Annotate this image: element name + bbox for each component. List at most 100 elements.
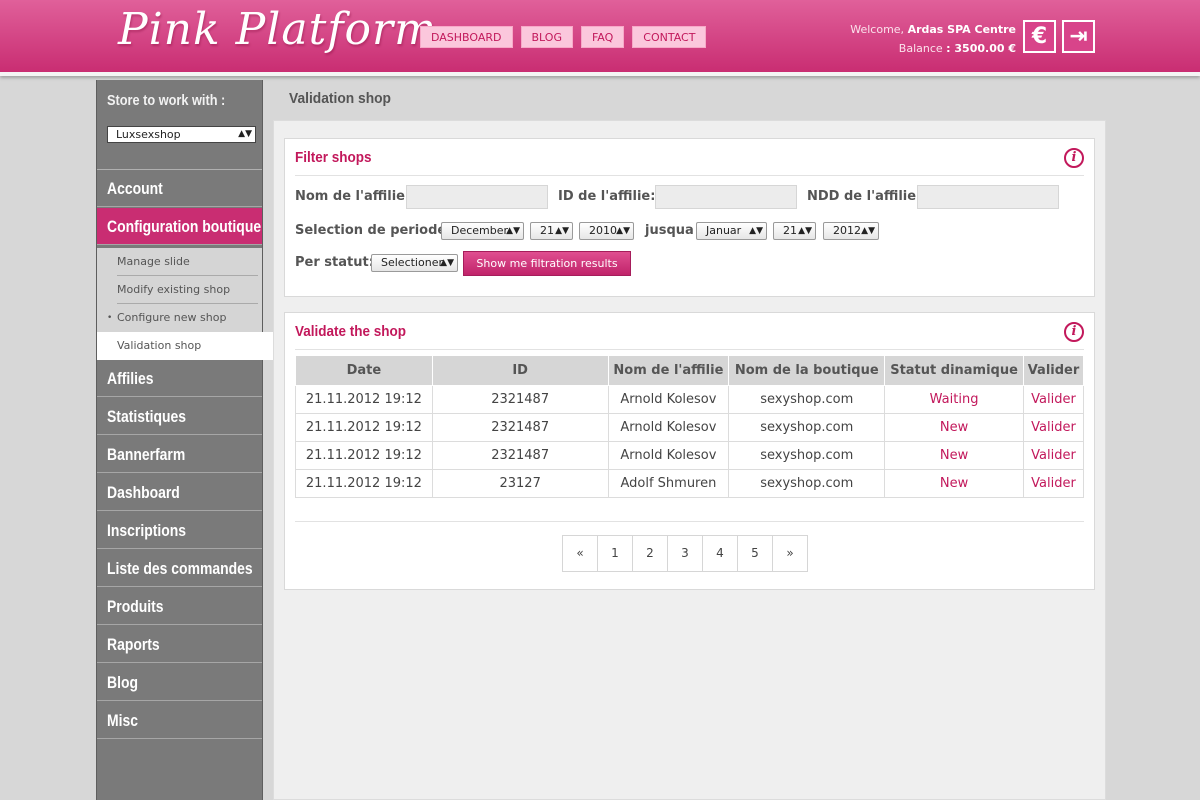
bullet-icon: • (107, 313, 113, 323)
sidebar-item-misc[interactable]: Misc (97, 702, 262, 739)
header: Pink Platform DASHBOARD BLOG FAQ CONTACT… (0, 0, 1200, 76)
cell-statut: New (884, 413, 1024, 442)
ndd-affilie-input[interactable] (917, 185, 1059, 209)
chevron-updown-icon: ▲▼ (861, 226, 875, 236)
from-day-select[interactable]: 21 ▲▼ (530, 222, 573, 240)
submenu-item-validation-shop[interactable]: Validation shop (97, 332, 292, 360)
validate-panel: Validate the shop i Date ID Nom de l'aff… (284, 312, 1095, 590)
nav-blog[interactable]: BLOG (520, 26, 573, 48)
divider (295, 521, 1084, 522)
cell-nom-affilie: Arnold Kolesov (607, 385, 730, 414)
col-id[interactable]: ID (431, 355, 609, 386)
from-month-select[interactable]: December ▲▼ (441, 222, 524, 240)
valider-link[interactable]: Valider (1022, 413, 1085, 442)
cell-boutique: sexyshop.com (728, 385, 886, 414)
store-select[interactable]: Luxsexshop ▲▼ (107, 126, 256, 143)
submenu-item-modify-existing-shop[interactable]: Modify existing shop (97, 276, 262, 304)
pager-next[interactable]: » (772, 535, 808, 572)
col-date[interactable]: Date (295, 355, 433, 386)
cell-id: 2321487 (431, 413, 609, 442)
logo[interactable]: Pink Platform (118, 4, 437, 55)
sidebar-item-bannerfarm[interactable]: Bannerfarm (97, 436, 262, 473)
valider-link[interactable]: Valider (1022, 469, 1085, 498)
nav-contact[interactable]: CONTACT (632, 26, 707, 48)
cell-nom-affilie: Adolf Shmuren (607, 469, 730, 498)
label-jusqua: jusqua (645, 223, 694, 238)
euro-icon[interactable]: € (1023, 20, 1056, 53)
id-affilie-input[interactable] (655, 185, 797, 209)
pager-page-4[interactable]: 4 (702, 535, 738, 572)
sidebar-item-statistiques[interactable]: Statistiques (97, 398, 262, 435)
nav-faq[interactable]: FAQ (580, 26, 625, 48)
page-title: Validation shop (289, 90, 391, 107)
chevron-updown-icon: ▲▼ (798, 226, 812, 236)
sidebar-item-liste-des-commandes[interactable]: Liste des commandes (97, 550, 262, 587)
store-label: Store to work with : (107, 92, 226, 109)
statut-select[interactable]: Selectioner ▲▼ (371, 254, 458, 272)
to-month-select[interactable]: Januar ▲▼ (696, 222, 767, 240)
cell-statut: Waiting (884, 385, 1024, 414)
user-name[interactable]: Ardas SPA Centre (908, 23, 1016, 36)
welcome-info: Welcome, Ardas SPA Centre Balance : 3500… (850, 20, 1016, 58)
from-year-select[interactable]: 2010 ▲▼ (579, 222, 634, 240)
valider-link[interactable]: Valider (1022, 385, 1085, 414)
store-select-value: Luxsexshop (116, 128, 181, 141)
chevron-updown-icon: ▲▼ (506, 226, 520, 236)
cell-date: 21.11.2012 19:12 (295, 469, 433, 498)
filter-panel: Filter shops i Nom de l'affilie: ID de l… (284, 138, 1095, 297)
col-nom-affilie[interactable]: Nom de l'affilie (607, 355, 730, 386)
sidebar-item-inscriptions[interactable]: Inscriptions (97, 512, 262, 549)
cell-id: 2321487 (431, 385, 609, 414)
pager-page-5[interactable]: 5 (737, 535, 773, 572)
balance-label: Balance (898, 42, 943, 55)
sidebar-item-configuration-boutique[interactable]: Configuration boutique (97, 208, 262, 245)
logout-icon[interactable]: ⇥ (1062, 20, 1095, 53)
chevron-updown-icon: ▲▼ (238, 129, 252, 139)
nav-dashboard[interactable]: DASHBOARD (420, 26, 513, 48)
pager-page-2[interactable]: 2 (632, 535, 668, 572)
label-statut: Per statut: (295, 255, 374, 270)
label-nom-affilie: Nom de l'affilie: (295, 189, 411, 204)
to-day-select[interactable]: 21 ▲▼ (773, 222, 816, 240)
balance-value: : 3500.00 € (946, 42, 1016, 55)
divider (295, 175, 1084, 176)
info-icon[interactable]: i (1064, 322, 1084, 342)
chevron-updown-icon: ▲▼ (440, 258, 454, 268)
label-ndd-affilie: NDD de l'affilie: (807, 189, 922, 204)
show-results-button[interactable]: Show me filtration results (463, 251, 631, 276)
info-icon[interactable]: i (1064, 148, 1084, 168)
cell-boutique: sexyshop.com (728, 413, 886, 442)
col-statut[interactable]: Statut dinamique (884, 355, 1024, 386)
to-year-select[interactable]: 2012 ▲▼ (823, 222, 879, 240)
submenu-item-manage-slide[interactable]: Manage slide (97, 248, 262, 276)
cell-boutique: sexyshop.com (728, 469, 886, 498)
label-id-affilie: ID de l'affilie: (558, 189, 656, 204)
pager-page-3[interactable]: 3 (667, 535, 703, 572)
welcome-prefix: Welcome, (850, 23, 905, 36)
table-header-row: Date ID Nom de l'affilie Nom de la bouti… (295, 355, 1085, 386)
sidebar-item-produits[interactable]: Produits (97, 588, 262, 625)
cell-date: 21.11.2012 19:12 (295, 441, 433, 470)
cell-boutique: sexyshop.com (728, 441, 886, 470)
cell-statut: New (884, 441, 1024, 470)
cell-date: 21.11.2012 19:12 (295, 413, 433, 442)
col-valider[interactable]: Valider (1022, 355, 1085, 386)
table-row: 21.11.2012 19:12 2321487 Arnold Kolesov … (295, 413, 1085, 442)
submenu-item-configure-new-shop[interactable]: • Configure new shop (97, 304, 262, 332)
valider-link[interactable]: Valider (1022, 441, 1085, 470)
sidebar-item-dashboard[interactable]: Dashboard (97, 474, 262, 511)
sidebar-item-raports[interactable]: Raports (97, 626, 262, 663)
divider (295, 349, 1084, 350)
col-nom-boutique[interactable]: Nom de la boutique (728, 355, 886, 386)
sidebar-item-blog[interactable]: Blog (97, 664, 262, 701)
sidebar-item-affilies[interactable]: Affilies (97, 360, 262, 397)
submenu: Manage slide Modify existing shop • Confi… (97, 248, 292, 360)
nom-affilie-input[interactable] (406, 185, 548, 209)
top-nav: DASHBOARD BLOG FAQ CONTACT (420, 26, 707, 48)
chevron-updown-icon: ▲▼ (749, 226, 763, 236)
pager-page-1[interactable]: 1 (597, 535, 633, 572)
pager-prev[interactable]: « (562, 535, 598, 572)
pagination: « 1 2 3 4 5 » (562, 535, 808, 572)
sidebar-item-account[interactable]: Account (97, 170, 262, 207)
cell-id: 2321487 (431, 441, 609, 470)
